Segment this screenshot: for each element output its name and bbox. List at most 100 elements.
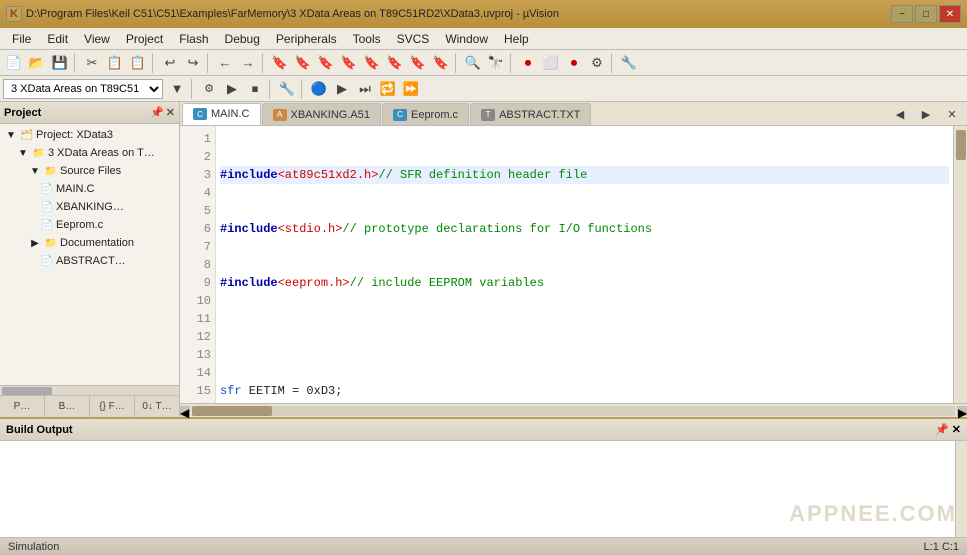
tab-abstract-icon: T [481, 109, 495, 121]
tree-file-abstract[interactable]: 📄 ABSTRACT… [0, 252, 179, 270]
proj-tab-project[interactable]: P… [0, 396, 45, 417]
undo-button[interactable]: ↩ [159, 52, 181, 74]
debug-start-button[interactable]: 🔵 [308, 78, 330, 100]
bookmark-1[interactable]: 🔖 [269, 52, 291, 74]
menu-project[interactable]: Project [118, 30, 171, 48]
proj-tab-books[interactable]: B… [45, 396, 90, 417]
doc-folder-icon: 📁 [44, 238, 58, 249]
download-button[interactable]: 🔧 [276, 78, 298, 100]
tab-scroll-right[interactable]: ▶ [915, 103, 937, 125]
stop-button[interactable]: ⬜ [540, 52, 562, 74]
tree-root[interactable]: ▼ 🗂 Project: XData3 [0, 126, 179, 144]
minimize-button[interactable]: − [891, 5, 913, 23]
debug-5[interactable]: ⏩ [400, 78, 422, 100]
separator-5 [455, 53, 459, 73]
pin-build-icon[interactable]: 📌 [935, 423, 949, 436]
menu-debug[interactable]: Debug [217, 30, 268, 48]
close-panel-icon[interactable]: ✕ [166, 106, 175, 119]
bookmark-2[interactable]: 🔖 [292, 52, 314, 74]
expand-icon-doc: ▶ [28, 238, 42, 249]
tab-eeprom[interactable]: C Eeprom.c [382, 103, 469, 125]
menu-svcs[interactable]: SVCS [389, 30, 438, 48]
editor-vscroll[interactable] [953, 126, 967, 403]
editor-hscroll[interactable]: ◀ ▶ [180, 403, 967, 417]
code-content[interactable]: #include <at89c51xd2.h> // SFR definitio… [216, 126, 953, 403]
menu-view[interactable]: View [76, 30, 118, 48]
copy-button[interactable]: 📋 [104, 52, 126, 74]
tree-file-eeprom-label: Eeprom.c [56, 219, 103, 231]
hscroll-thumb [192, 406, 272, 416]
bookmark-6[interactable]: 🔖 [384, 52, 406, 74]
toolbar-1: 📄 📂 💾 ✂ 📋 📋 ↩ ↪ ← → 🔖 🔖 🔖 🔖 🔖 🔖 🔖 🔖 🔍 🔭 … [0, 50, 967, 76]
tab-mainc[interactable]: C MAIN.C [182, 103, 261, 125]
menu-help[interactable]: Help [496, 30, 537, 48]
tree-documentation-label: Documentation [60, 237, 134, 249]
expand-icon: ▼ [4, 130, 18, 141]
cut-button[interactable]: ✂ [81, 52, 103, 74]
tree-file-eeprom[interactable]: 📄 Eeprom.c [0, 216, 179, 234]
menu-file[interactable]: File [4, 30, 39, 48]
tab-xbanking[interactable]: A XBANKING.A51 [262, 103, 381, 125]
proj-tab-functions[interactable]: {} F… [90, 396, 135, 417]
tab-abstract[interactable]: T ABSTRACT.TXT [470, 103, 591, 125]
paste-button[interactable]: 📋 [127, 52, 149, 74]
bookmark-3[interactable]: 🔖 [315, 52, 337, 74]
menu-tools[interactable]: Tools [345, 30, 389, 48]
code-area: 12345 678910 1112131415 #include <at89c5… [180, 126, 967, 403]
code-line-2: #include <stdio.h> // prototype declarat… [220, 220, 949, 238]
new-file-button[interactable]: 📄 [3, 52, 25, 74]
back-button[interactable]: ← [214, 52, 236, 74]
tree-source-files[interactable]: ▼ 📁 Source Files [0, 162, 179, 180]
maximize-button[interactable]: □ [915, 5, 937, 23]
project-hscroll[interactable] [0, 385, 179, 395]
redo-button[interactable]: ↪ [182, 52, 204, 74]
tab-scroll-left[interactable]: ◀ [889, 103, 911, 125]
tree-target[interactable]: ▼ 📁 3 XData Areas on T… [0, 144, 179, 162]
build-target-button[interactable]: ⚙ [198, 78, 220, 100]
vscroll-thumb [956, 130, 966, 160]
forward-button[interactable]: → [237, 52, 259, 74]
build-vscroll[interactable] [955, 441, 967, 537]
build-all-button[interactable]: ▶ [221, 78, 243, 100]
target-options-button[interactable]: ▼ [166, 78, 188, 100]
bookmark-7[interactable]: 🔖 [407, 52, 429, 74]
zoom-button[interactable]: 🔭 [485, 52, 507, 74]
tree-file-abstract-label: ABSTRACT… [56, 255, 126, 267]
stop-build-button[interactable]: ⏹ [244, 78, 266, 100]
debug-3[interactable]: ⏭ [354, 78, 376, 100]
separator-9 [269, 79, 273, 99]
menu-peripherals[interactable]: Peripherals [268, 30, 345, 48]
debug-2[interactable]: ▶ [331, 78, 353, 100]
status-simulation: Simulation [8, 541, 59, 553]
open-button[interactable]: 📂 [26, 52, 48, 74]
target-select[interactable]: 3 XData Areas on T89C51 [3, 79, 163, 99]
bookmark-5[interactable]: 🔖 [361, 52, 383, 74]
watermark: APPNEE.COM [789, 501, 957, 527]
tree-file-mainc[interactable]: 📄 MAIN.C [0, 180, 179, 198]
debug-4[interactable]: 🔁 [377, 78, 399, 100]
save-button[interactable]: 💾 [49, 52, 71, 74]
search-button[interactable]: 🔍 [462, 52, 484, 74]
pin-icon[interactable]: 📌 [150, 106, 164, 119]
bookmark-4[interactable]: 🔖 [338, 52, 360, 74]
pause-button[interactable]: ⏺ [563, 52, 585, 74]
bookmark-8[interactable]: 🔖 [430, 52, 452, 74]
proj-tab-templates[interactable]: 0↓ T… [135, 396, 179, 417]
tab-mainc-label: MAIN.C [211, 108, 250, 120]
tree-documentation[interactable]: ▶ 📁 Documentation [0, 234, 179, 252]
hscroll-right-btn[interactable]: ▶ [957, 406, 967, 416]
tree-file-xbanking[interactable]: 📄 XBANKING… [0, 198, 179, 216]
menu-flash[interactable]: Flash [171, 30, 216, 48]
settings-button[interactable]: ⚙ [586, 52, 608, 74]
close-build-icon[interactable]: ✕ [952, 423, 961, 436]
tab-close-all[interactable]: ✕ [941, 103, 963, 125]
separator-6 [510, 53, 514, 73]
tab-xbanking-label: XBANKING.A51 [291, 109, 370, 121]
menu-window[interactable]: Window [437, 30, 496, 48]
menu-edit[interactable]: Edit [39, 30, 76, 48]
close-button[interactable]: ✕ [939, 5, 961, 23]
run-button[interactable]: ⏺ [517, 52, 539, 74]
config-button[interactable]: 🔧 [618, 52, 640, 74]
hscroll-left-btn[interactable]: ◀ [180, 406, 190, 416]
tree-file-xbanking-label: XBANKING… [56, 201, 124, 213]
